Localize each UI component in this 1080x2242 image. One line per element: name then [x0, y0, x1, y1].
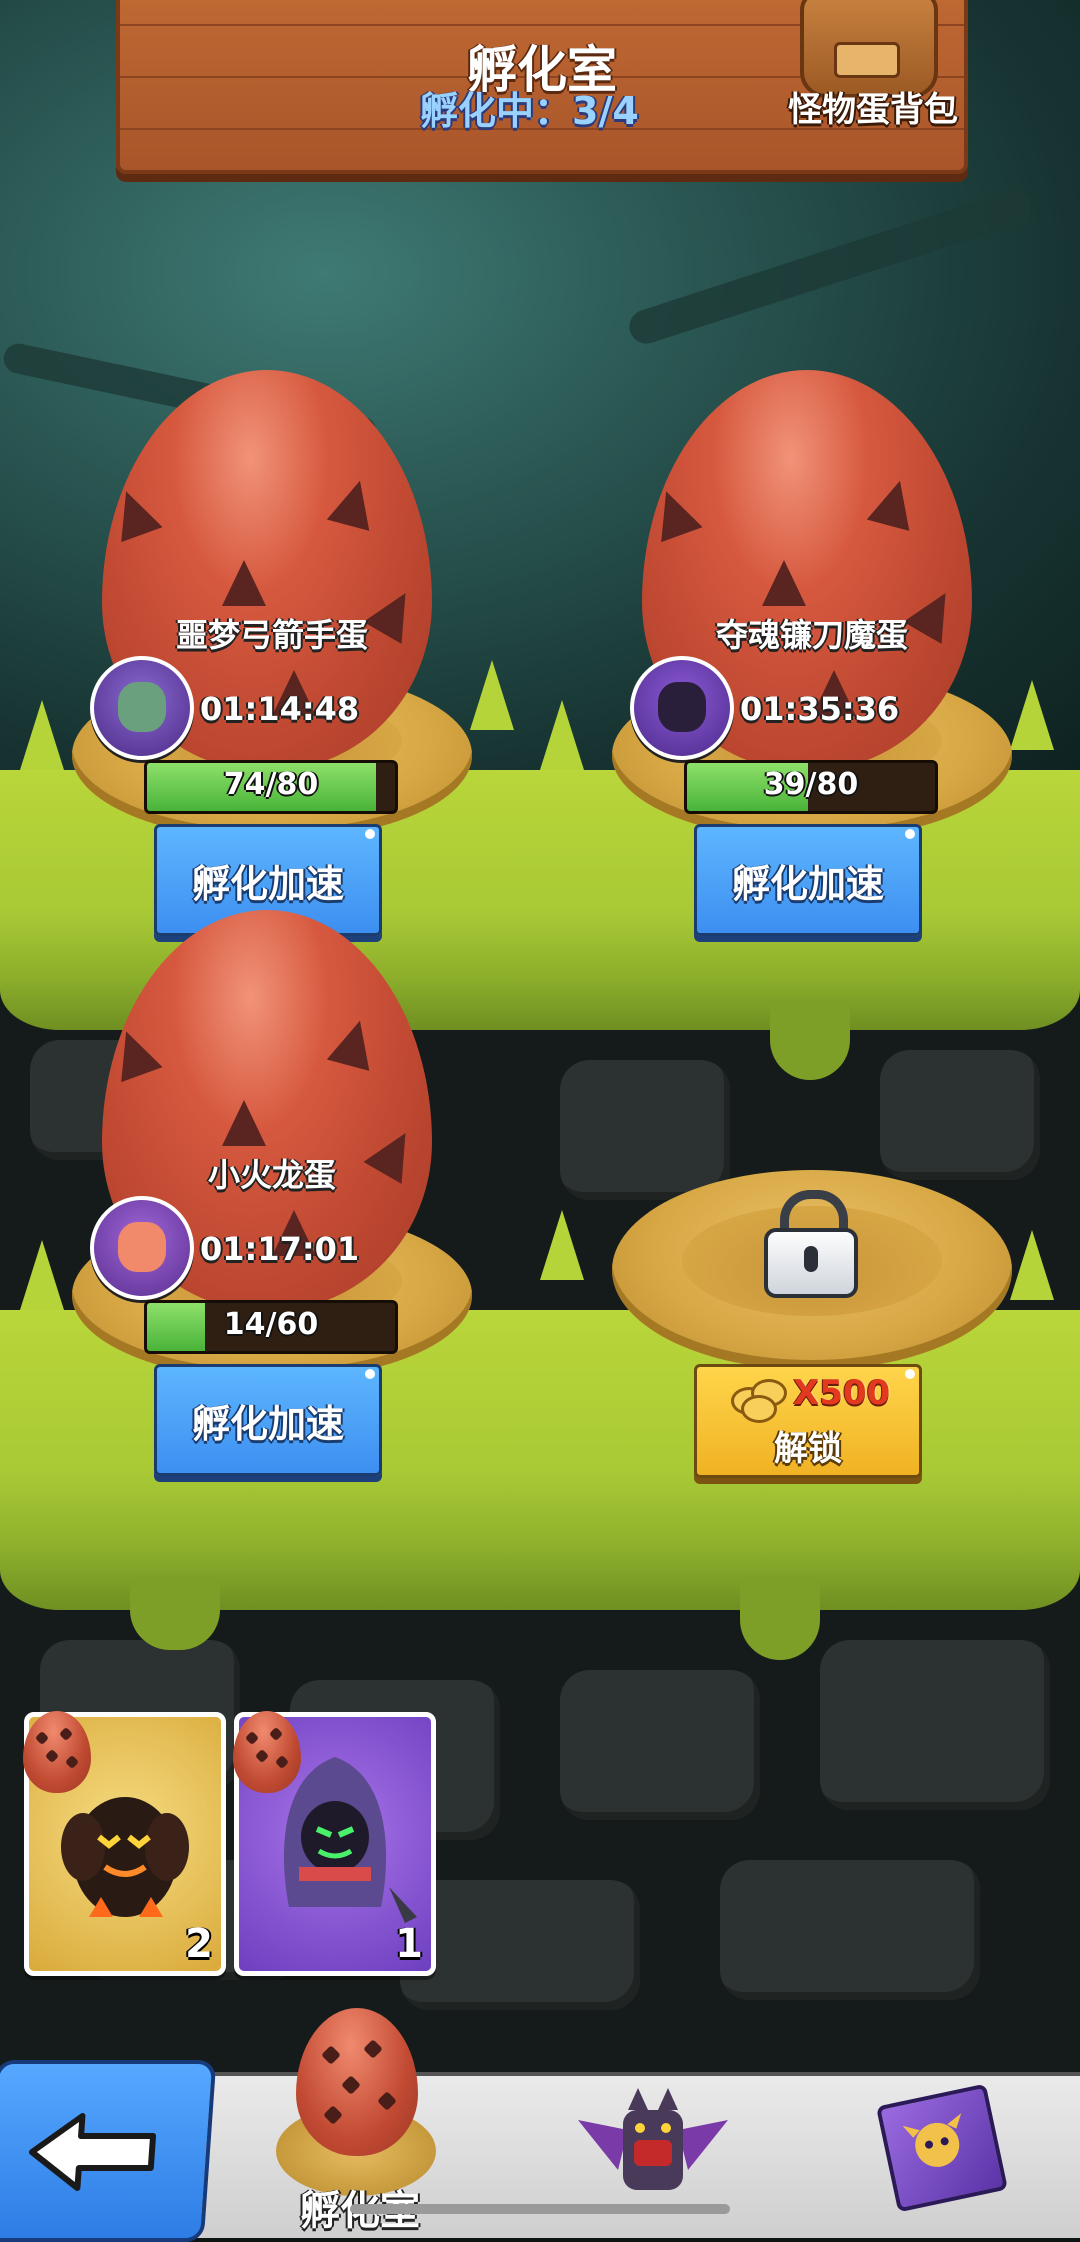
card-count: 2	[185, 1921, 213, 1967]
back-arrow-icon	[28, 2113, 157, 2191]
hatch-progress-bar: 74/80	[144, 760, 398, 814]
incubator-slot-2: 夺魂镰刀魔蛋 01:35:36 39/80 孵化加速	[612, 370, 1012, 936]
hatch-progress-text: 39/80	[763, 767, 859, 802]
card-count: 1	[395, 1921, 423, 1967]
hatch-timer: 01:14:48	[200, 690, 360, 728]
egg-card-hooded-reaper[interactable]: 1	[233, 1711, 436, 1976]
zombie-archer-avatar-icon	[90, 656, 194, 760]
unlock-button[interactable]: X500 解锁	[694, 1364, 922, 1478]
egg-name: 小火龙蛋	[207, 1156, 336, 1194]
egg-name: 噩梦弓箭手蛋	[175, 616, 368, 654]
hatch-timer: 01:35:36	[740, 690, 900, 728]
reaper-avatar-icon	[630, 656, 734, 760]
incubator-slot-1: 噩梦弓箭手蛋 01:14:48 74/80 孵化加速	[72, 370, 472, 936]
hatch-timer: 01:17:01	[200, 1230, 360, 1268]
egg-bag-label: 怪物蛋背包	[788, 90, 958, 130]
spellbook-icon[interactable]	[875, 2083, 1009, 2213]
unlock-cost: X500	[793, 1373, 891, 1413]
home-indicator[interactable]	[350, 2204, 730, 2214]
egg-bag-button[interactable]: 怪物蛋背包	[778, 0, 968, 140]
speed-up-label: 孵化加速	[731, 862, 884, 906]
egg-name: 夺魂镰刀魔蛋	[715, 616, 908, 654]
speed-up-label: 孵化加速	[191, 862, 344, 906]
incubator-slot-locked: X500 解锁	[612, 910, 1012, 1478]
speed-up-button[interactable]: 孵化加速	[154, 1364, 382, 1476]
hatch-progress-bar: 39/80	[684, 760, 938, 814]
egg-card-lava-golem[interactable]: 2	[23, 1711, 226, 1976]
speed-up-label: 孵化加速	[191, 1402, 344, 1446]
incubating-count: 孵化中：3/4	[420, 89, 639, 133]
hatch-progress-text: 14/60	[223, 1307, 319, 1342]
back-button[interactable]	[0, 2060, 217, 2242]
lock-icon	[764, 1190, 858, 1298]
hatch-progress-bar: 14/60	[144, 1300, 398, 1354]
incubator-slot-3: 小火龙蛋 01:17:01 14/60 孵化加速	[72, 910, 472, 1476]
bat-dragon-icon[interactable]	[568, 2080, 738, 2200]
fire-dragon-avatar-icon	[90, 1196, 194, 1300]
unlock-label: 解锁	[774, 1429, 842, 1469]
hatch-progress-text: 74/80	[223, 767, 319, 802]
